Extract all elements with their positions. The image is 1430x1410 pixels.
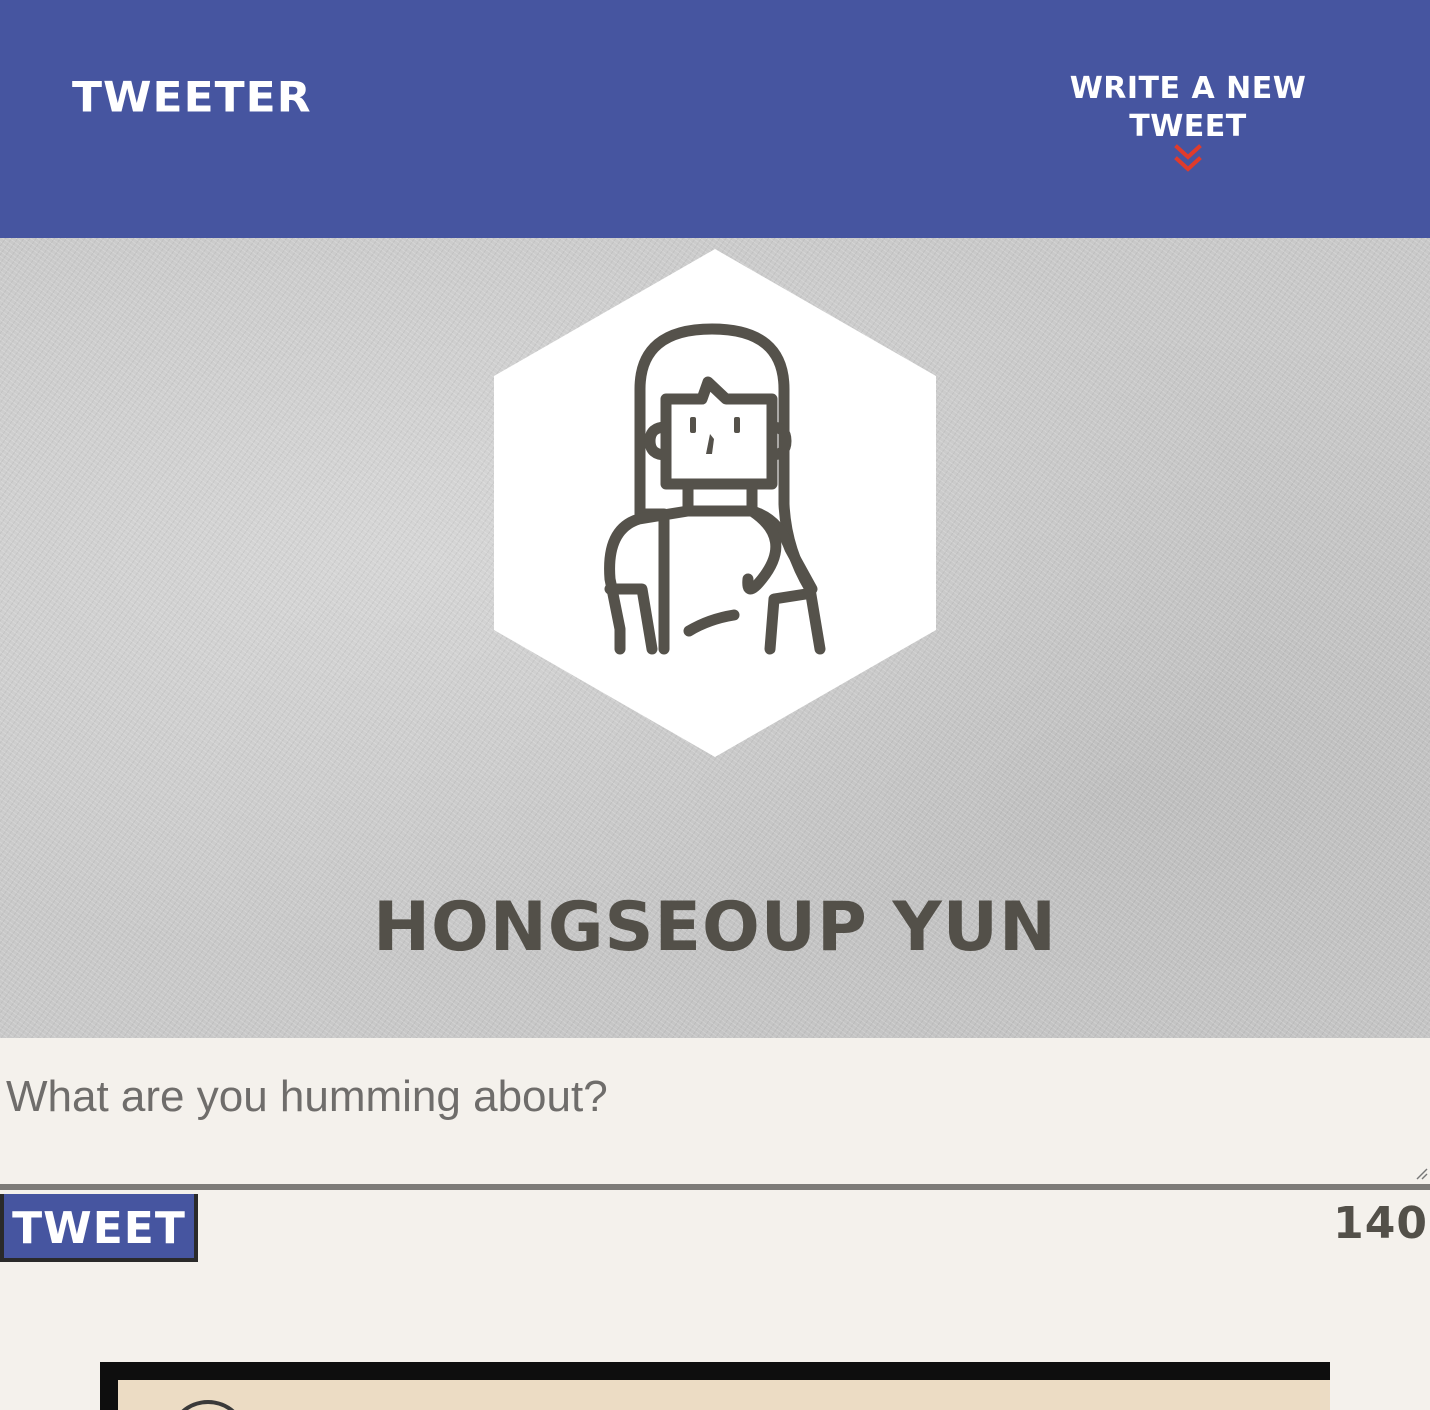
tweet-submit-button[interactable]: TWEET (0, 1194, 198, 1262)
double-chevron-down-icon[interactable] (1174, 144, 1202, 174)
tweet-submit-label: TWEET (10, 1204, 188, 1254)
woman-avatar-icon (494, 249, 936, 757)
tweet-card-header (118, 1380, 1330, 1410)
compose-tweet: TWEET 140 (0, 1038, 1430, 1410)
profile-name: HONGSEOUP YUN (373, 888, 1057, 967)
write-new-tweet-label[interactable]: WRITE A NEW TWEET (1018, 70, 1358, 146)
character-counter: 140 (1333, 1198, 1428, 1249)
tweet-author-avatar (168, 1400, 248, 1410)
resize-grip-icon[interactable] (1414, 1166, 1428, 1180)
top-nav: TWEETER WRITE A NEW TWEET (0, 0, 1430, 238)
brand-logo[interactable]: TWEETER (72, 73, 312, 122)
write-new-tweet-toggle[interactable]: WRITE A NEW TWEET (1018, 70, 1358, 174)
profile-header: HONGSEOUP YUN (0, 238, 1430, 1038)
tweet-card (100, 1362, 1330, 1410)
page: TWEETER WRITE A NEW TWEET HONGSEOUP YUN … (0, 0, 1430, 1410)
avatar (494, 249, 936, 757)
tweet-text-input[interactable] (0, 1038, 1430, 1190)
